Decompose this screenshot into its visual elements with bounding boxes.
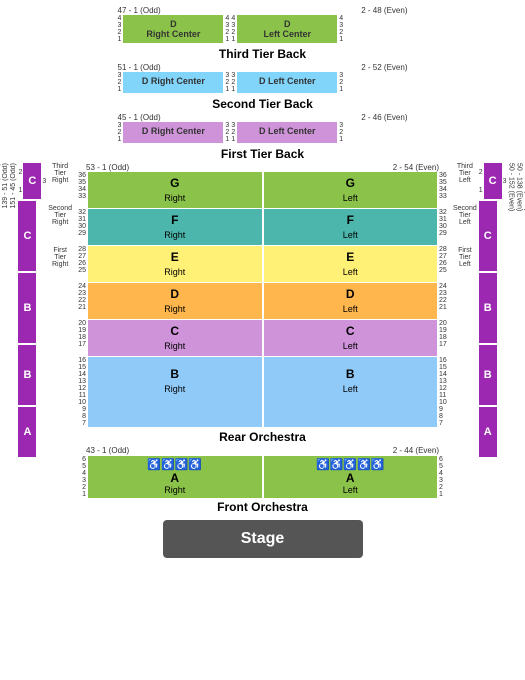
third-tier-left-label: ThirdTierLeft [453, 163, 477, 184]
section-b-rows: 16151413 1211109 87 BRight BLeft 1615141… [72, 357, 453, 427]
section-g-rows: 36353433 GRight GLeft 36353433 [72, 172, 453, 208]
left-b-section-inner[interactable]: B [18, 345, 36, 405]
left-side-sections: 123 - 49 (Odd) 139 - 51 (Odd) 151 - 45 (… [4, 163, 72, 562]
third-tier-odd-even: 47 - 1 (Odd) 2 - 48 (Even) [118, 6, 408, 15]
section-c-right[interactable]: CRight [88, 320, 262, 356]
left-c-section-outer[interactable]: C [23, 163, 41, 199]
right-c-section-outer[interactable]: C [484, 163, 502, 199]
wheelchair-icons-right: ♿♿♿♿♿ [264, 458, 438, 471]
section-e-right[interactable]: ERight [88, 246, 262, 282]
main-odd: 53 - 1 (Odd) [86, 163, 129, 172]
section-b-right[interactable]: BRight [88, 357, 262, 427]
section-f-rows: 32313029 FRight FLeft 32313029 [72, 209, 453, 245]
second-tier-odd: 51 - 1 (Odd) [118, 63, 161, 72]
section-c-rows: 20191817 CRight CLeft 20191817 [72, 320, 453, 356]
main-seating: 123 - 49 (Odd) 139 - 51 (Odd) 151 - 45 (… [4, 163, 521, 562]
rear-orch-a-left[interactable]: ♿♿♿♿♿ A Left [264, 456, 438, 498]
left-c-section-inner[interactable]: C [18, 201, 36, 271]
stage: Stage [163, 520, 363, 558]
second-tier-right-label: SecondTierRight [48, 205, 72, 226]
right-b-section-inner[interactable]: B [479, 345, 497, 405]
section-g-right[interactable]: GRight [88, 172, 262, 208]
rear-orch-even: 2 - 44 (Even) [393, 446, 439, 455]
rear-orch-a-right[interactable]: ♿♿♿♿ A Right [88, 456, 262, 498]
section-d-rows: 24232221 DRight DLeft 24232221 [72, 283, 453, 319]
wheelchair-icons-left: ♿♿♿♿ [88, 458, 262, 471]
section-b-left[interactable]: BLeft [264, 357, 438, 427]
rear-orch-odd-even: 43 - 1 (Odd) 2 - 44 (Even) [72, 446, 453, 455]
rear-orch-odd: 43 - 1 (Odd) [86, 446, 129, 455]
section-g-left[interactable]: GLeft [264, 172, 438, 208]
second-tier-back-title: Second Tier Back [212, 97, 313, 111]
second-tier-even: 2 - 52 (Even) [361, 63, 407, 72]
third-tier-left-center[interactable]: D Left Center [237, 15, 337, 43]
first-tier-odd-even: 45 - 1 (Odd) 2 - 46 (Even) [118, 113, 408, 122]
stage-container: Stage [72, 516, 453, 562]
rear-orch-rows: 654321 ♿♿♿♿ A Right ♿♿♿♿♿ A [72, 456, 453, 498]
third-tier-right-center-label: Right Center [125, 29, 221, 39]
second-tier-sections: 321 D Right Center 321 321 D Left Center [118, 72, 408, 93]
third-tier-even: 2 - 48 (Even) [361, 6, 407, 15]
first-tier-left-label: FirstTierLeft [453, 247, 477, 268]
first-tier-right-label: FirstTierRight [48, 247, 72, 268]
third-tier-back-title: Third Tier Back [219, 47, 306, 61]
section-f-left[interactable]: FLeft [264, 209, 438, 245]
left-b-section-outer[interactable]: B [18, 273, 36, 343]
first-tier-back-title: First Tier Back [221, 147, 304, 161]
rear-orchestra-title: Rear Orchestra [72, 430, 453, 444]
right-c-section-inner[interactable]: C [479, 201, 497, 271]
second-tier-left-center[interactable]: D Left Center [237, 72, 337, 93]
section-d-left[interactable]: DLeft [264, 283, 438, 319]
first-tier-even: 2 - 46 (Even) [361, 113, 407, 122]
right-even-label-3: 50 - 152 (Even) [508, 163, 515, 211]
seating-chart: 47 - 1 (Odd) 2 - 48 (Even) 4321 D Right … [0, 0, 525, 680]
center-seating: 53 - 1 (Odd) 2 - 54 (Even) 36353433 GRig… [72, 163, 453, 562]
third-tier-left-nums2: 4321 [223, 15, 229, 43]
third-tier-back-section: 47 - 1 (Odd) 2 - 48 (Even) 4321 D Right … [4, 6, 521, 163]
right-a-section[interactable]: A [479, 407, 497, 457]
main-odd-even: 53 - 1 (Odd) 2 - 54 (Even) [72, 163, 453, 172]
second-tier-left-label: SecondTierLeft [453, 205, 477, 226]
section-c-left[interactable]: CLeft [264, 320, 438, 356]
first-tier-sections: 321 D Right Center 321 321 D Left Center [118, 122, 408, 143]
section-e-left[interactable]: ELeft [264, 246, 438, 282]
left-a-section[interactable]: A [18, 407, 36, 457]
right-side-sections: 50 - 124 (Even) 50 - 138 (Even) 50 - 152… [453, 163, 521, 562]
third-tier-left-center-label: Left Center [239, 29, 335, 39]
front-orchestra-title: Front Orchestra [72, 500, 453, 514]
second-tier-right-center[interactable]: D Right Center [123, 72, 223, 93]
section-e-rows: 28272625 ERight ELeft 28272625 [72, 246, 453, 282]
first-tier-odd: 45 - 1 (Odd) [118, 113, 161, 122]
section-d-right[interactable]: DRight [88, 283, 262, 319]
second-tier-odd-even: 51 - 1 (Odd) 2 - 52 (Even) [118, 63, 408, 72]
section-f-right[interactable]: FRight [88, 209, 262, 245]
third-tier-sections: 4321 D Right Center 4321 4321 D [118, 15, 408, 43]
third-tier-right-center[interactable]: D Right Center [123, 15, 223, 43]
left-odd-label-3: 151 - 45 (Odd) [10, 163, 17, 209]
right-even-label-2: 50 - 138 (Even) [516, 163, 523, 211]
first-tier-right-center[interactable]: D Right Center [123, 122, 223, 143]
third-tier-right-nums2: 4321 [337, 15, 343, 43]
first-tier-left-center[interactable]: D Left Center [237, 122, 337, 143]
right-b-section-outer[interactable]: B [479, 273, 497, 343]
third-tier-odd: 47 - 1 (Odd) [118, 6, 161, 15]
third-tier-right-label: ThirdTierRight [48, 163, 72, 184]
left-odd-label-2: 139 - 51 (Odd) [2, 163, 9, 209]
main-even: 2 - 54 (Even) [393, 163, 439, 172]
